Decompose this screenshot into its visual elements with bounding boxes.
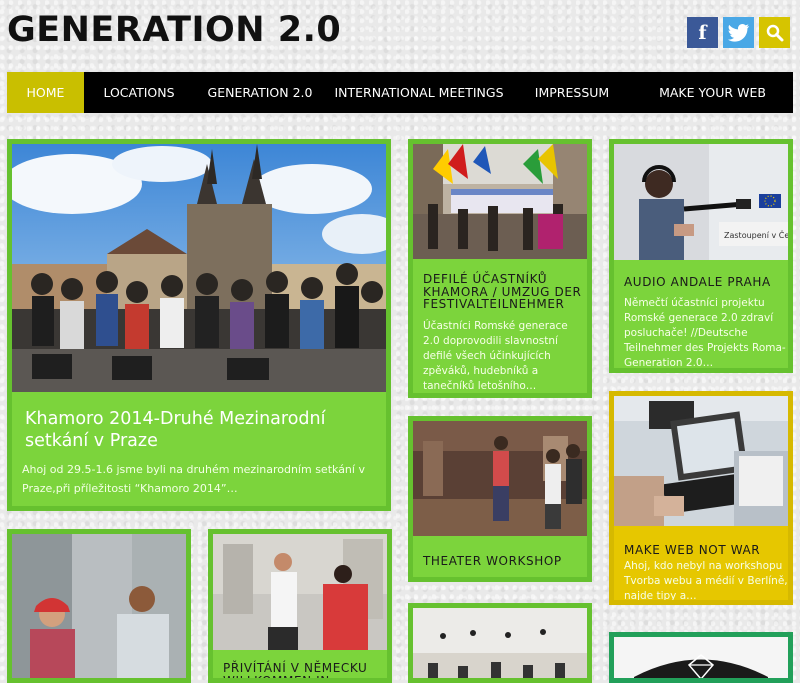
audio-post-excerpt: Němečtí účastníci projektu Romské genera… xyxy=(624,297,786,369)
nav-item-generation[interactable]: GENERATION 2.0 xyxy=(194,72,326,113)
welcome-post-title[interactable]: PŘIVÍTÁNÍ V NĚMECKU WILLKOMMEN IN xyxy=(223,662,387,678)
featured-post-title[interactable]: Khamoro 2014-Druhé Mezinarodní setkání v… xyxy=(25,408,375,452)
audio-sign-text: Zastoupení v Če xyxy=(724,229,788,240)
bottom-left-post-image[interactable] xyxy=(12,534,186,678)
defile-post-image[interactable] xyxy=(413,144,587,259)
theater-post-card[interactable]: THEATER WORKSHOP xyxy=(408,416,592,582)
site-title[interactable]: GENERATION 2.0 xyxy=(7,10,341,50)
welcome-post-card[interactable]: PŘIVÍTÁNÍ V NĚMECKU WILLKOMMEN IN xyxy=(208,529,392,683)
bottom-left-post-card[interactable] xyxy=(7,529,191,683)
bottom-middle-post-card[interactable] xyxy=(408,603,592,683)
bottom-middle-post-image[interactable] xyxy=(413,608,587,678)
nav-item-international-meetings[interactable]: INTERNATIONAL MEETINGS xyxy=(326,72,512,113)
nav-item-home[interactable]: HOME xyxy=(7,72,84,113)
makeweb-post-title[interactable]: MAKE WEB NOT WAR xyxy=(624,544,788,557)
featured-post-image[interactable] xyxy=(12,144,386,392)
welcome-post-image[interactable] xyxy=(213,534,387,650)
defile-post-title[interactable]: DEFILÉ ÚČASTNÍKŮ KHAMORA / UMZUG DER FES… xyxy=(423,273,587,311)
featured-post-excerpt: Ahoj od 29.5-1.6 jsme byli na druhém mez… xyxy=(22,463,365,495)
makeweb-post-card[interactable]: MAKE WEB NOT WAR Ahoj, kdo nebyl na work… xyxy=(609,391,793,605)
bottom-right-post-card[interactable] xyxy=(609,632,793,683)
bottom-right-post-image[interactable] xyxy=(614,637,788,678)
theater-post-image[interactable] xyxy=(413,421,587,536)
defile-post-excerpt: Účastníci Romské generace 2.0 doprovodil… xyxy=(423,320,568,392)
main-nav: HOME LOCATIONS GENERATION 2.0 INTERNATIO… xyxy=(7,72,793,113)
theater-post-title[interactable]: THEATER WORKSHOP xyxy=(423,555,587,568)
search-icon[interactable] xyxy=(759,17,790,48)
audio-post-image[interactable]: Zastoupení v Če xyxy=(614,144,788,260)
makeweb-post-excerpt: Ahoj, kdo nebyl na workshopu Tvorba webu… xyxy=(624,560,788,602)
audio-post-title[interactable]: AUDIO ANDALE PRAHA xyxy=(624,276,788,289)
audio-post-card[interactable]: Zastoupení v Če AUDIO ANDALE PRAHA Němeč… xyxy=(609,139,793,373)
facebook-icon[interactable]: f xyxy=(687,17,718,48)
nav-item-make-your-web[interactable]: MAKE YOUR WEB xyxy=(632,72,793,113)
nav-item-impressum[interactable]: IMPRESSUM xyxy=(512,72,632,113)
featured-post-card[interactable]: Khamoro 2014-Druhé Mezinarodní setkání v… xyxy=(7,139,391,511)
defile-post-card[interactable]: DEFILÉ ÚČASTNÍKŮ KHAMORA / UMZUG DER FES… xyxy=(408,139,592,398)
twitter-icon[interactable] xyxy=(723,17,754,48)
makeweb-post-image[interactable] xyxy=(614,396,788,526)
nav-item-locations[interactable]: LOCATIONS xyxy=(84,72,194,113)
